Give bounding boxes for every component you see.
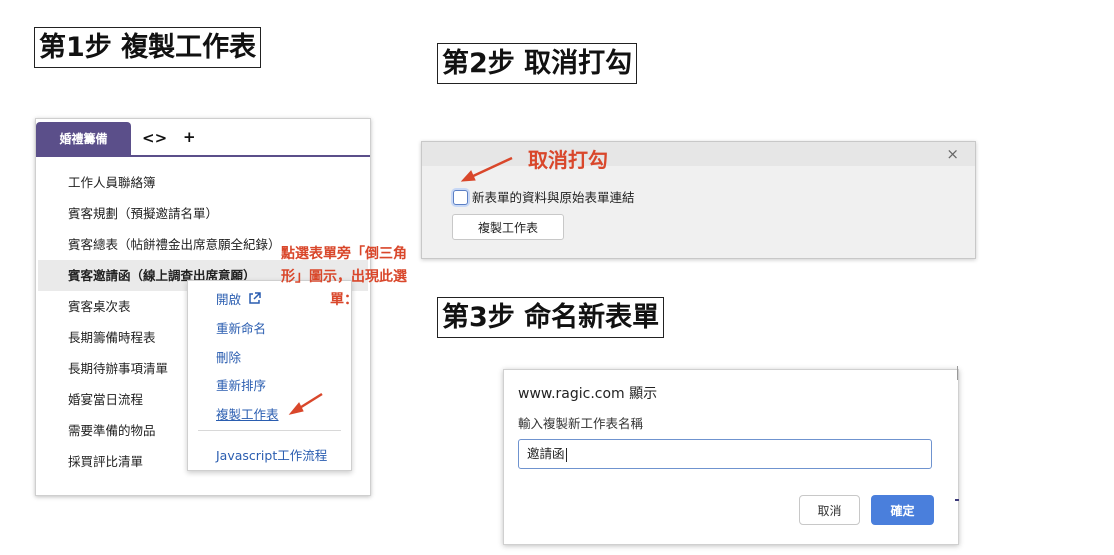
- menu-item-open-label: 開啟: [216, 292, 242, 307]
- menu-item-open[interactable]: 開啟: [216, 289, 261, 308]
- menu-item-copy-sheet[interactable]: 複製工作表: [216, 404, 279, 423]
- background-edge: [955, 499, 959, 501]
- link-data-label: 新表單的資料與原始表單連結: [472, 190, 635, 205]
- tab-wedding-planning[interactable]: 婚禮籌備: [36, 122, 131, 155]
- copy-options-dialog: × 新表單的資料與原始表單連結 複製工作表: [421, 141, 976, 259]
- sheet-item-staff-contacts[interactable]: 工作人員聯絡簿: [38, 167, 368, 198]
- external-link-icon: [249, 292, 261, 304]
- menu-item-rename[interactable]: 重新命名: [216, 318, 266, 337]
- annotation-uncheck: 取消打勾: [528, 148, 608, 172]
- name-prompt-dialog: www.ragic.com 顯示 輸入複製新工作表名稱 邀請函 取消 確定: [503, 369, 959, 545]
- step2-title: 第2步 取消打勾: [437, 43, 638, 84]
- background-edge-vertical: [957, 366, 958, 380]
- add-tab-button[interactable]: +: [183, 128, 196, 146]
- link-data-checkbox[interactable]: [453, 190, 468, 205]
- menu-divider: [198, 430, 341, 431]
- tab-nav-arrows[interactable]: <>: [142, 129, 167, 147]
- confirm-button[interactable]: 確定: [871, 495, 934, 525]
- step1-title: 第1步 複製工作表: [34, 27, 262, 68]
- dialog-titlebar: [422, 142, 975, 166]
- cancel-button[interactable]: 取消: [799, 495, 860, 525]
- annotation-context-menu: 點選表單旁「倒三角形」圖示，出現此選單：: [281, 246, 407, 308]
- tab-bar: 婚禮籌備 <> +: [36, 119, 370, 157]
- text-caret: [565, 447, 567, 462]
- sheet-name-value: 邀請函: [527, 446, 565, 461]
- dialog-title: www.ragic.com 顯示: [518, 386, 658, 402]
- sheet-item-guest-planning[interactable]: 賓客規劃（預擬邀請名單）: [38, 198, 368, 229]
- menu-item-javascript[interactable]: Javascript工作流程: [216, 445, 327, 464]
- menu-item-reorder[interactable]: 重新排序: [216, 375, 266, 394]
- copy-sheet-button[interactable]: 複製工作表: [452, 214, 564, 240]
- menu-item-delete[interactable]: 刪除: [216, 347, 241, 366]
- close-icon[interactable]: ×: [946, 145, 959, 163]
- step3-title: 第3步 命名新表單: [437, 297, 665, 338]
- dialog-message: 輸入複製新工作表名稱: [518, 416, 644, 431]
- sheet-name-input[interactable]: 邀請函: [518, 439, 932, 469]
